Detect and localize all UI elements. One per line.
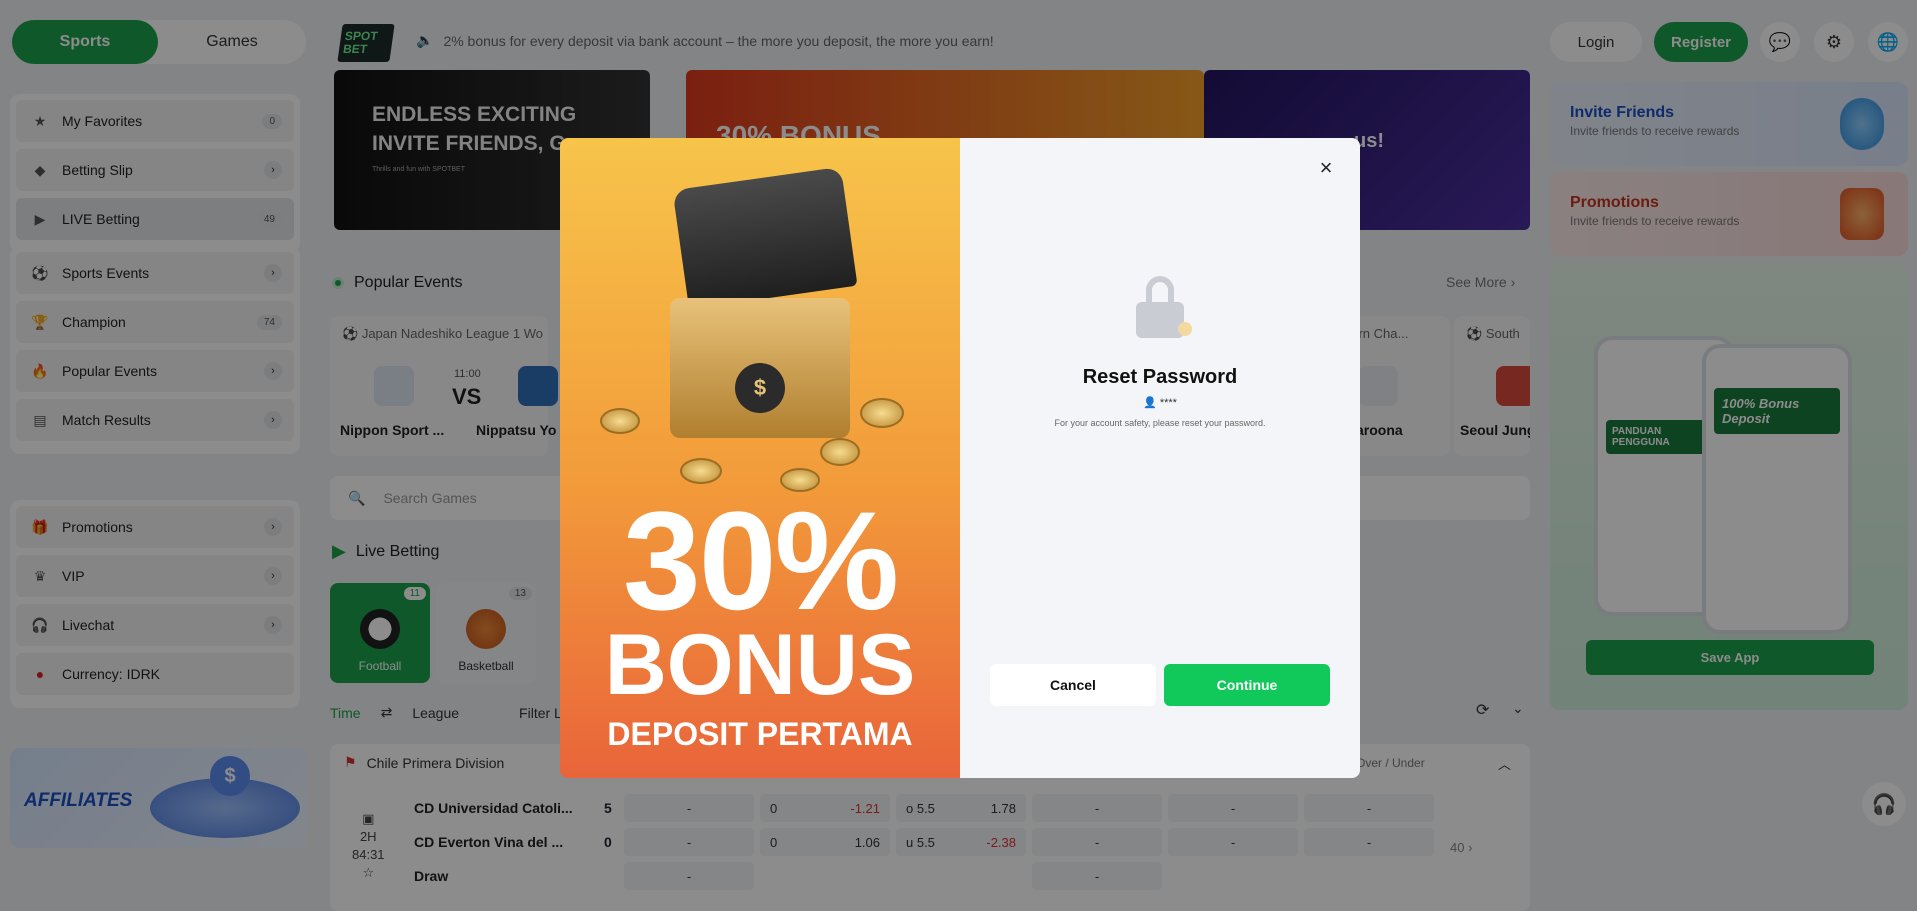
promo-bonus: BONUS	[604, 617, 916, 713]
user-icon: 👤	[1143, 397, 1157, 409]
coin-icon	[680, 458, 722, 484]
promo-sub: DEPOSIT PERTAMA	[607, 716, 913, 752]
masked-username: 👤 ****	[960, 396, 1360, 409]
unlock-icon	[1120, 264, 1200, 344]
chest-lid	[672, 166, 858, 310]
page: Sports Games SPOT BET 🔈 2% bonus for ever…	[0, 0, 1917, 911]
modal-title: Reset Password	[1082, 366, 1238, 388]
modal-note: For your account safety, please reset yo…	[1054, 418, 1266, 428]
coin-icon	[860, 398, 904, 428]
masked-username-text: ****	[1159, 397, 1177, 409]
continue-button[interactable]: Continue	[1164, 664, 1330, 706]
coin-icon	[600, 408, 640, 434]
close-icon[interactable]: ×	[1314, 155, 1338, 180]
promo-percent: 30%	[622, 482, 899, 639]
key-icon	[1178, 322, 1192, 336]
deposit-promo-art: $ 30% BONUS DEPOSIT PERTAMA	[560, 138, 960, 778]
reset-password-panel: × Reset Password 👤 **** For your account…	[960, 138, 1360, 778]
treasure-chest-art: $	[640, 166, 870, 458]
cancel-button[interactable]: Cancel	[990, 664, 1156, 706]
reset-password-modal: $ 30% BONUS DEPOSIT PERTAMA × Reset Pass…	[560, 138, 1360, 778]
lock-body	[1136, 302, 1184, 338]
dollar-lock-icon: $	[735, 363, 785, 413]
coin-icon	[820, 438, 860, 466]
